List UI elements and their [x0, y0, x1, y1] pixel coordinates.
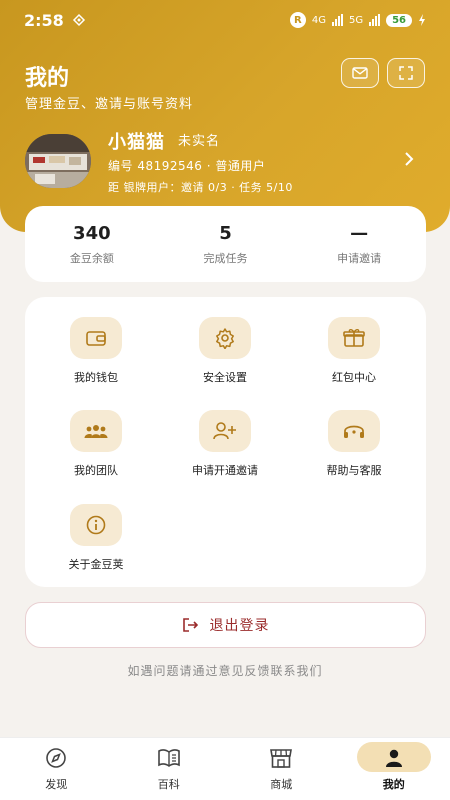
signal-icon [331, 14, 343, 26]
nav-item-mine[interactable]: 我的 [338, 738, 450, 800]
menu-item-help[interactable]: 帮助与客服 [290, 410, 418, 478]
bottom-nav: 发现 百科 商城 我的 [0, 737, 450, 800]
avatar[interactable] [25, 134, 91, 188]
fullscreen-button[interactable] [387, 58, 425, 88]
location-icon [72, 13, 85, 27]
add-user-icon [213, 422, 236, 440]
menu-item-security[interactable]: 安全设置 [161, 317, 289, 385]
logout-button[interactable]: 退出登录 [25, 602, 426, 648]
feedback-hint: 如遇问题请通过意见反馈联系我们 [127, 664, 323, 678]
mail-icon [352, 67, 368, 79]
status-time: 2:58 [24, 11, 86, 30]
expand-icon [399, 66, 413, 80]
team-icon [84, 425, 108, 438]
verify-status: 未实名 [178, 134, 221, 149]
menu-item-apply-invite[interactable]: 申请开通邀请 [161, 410, 289, 478]
info-icon [86, 515, 106, 535]
status-indicators: R 4G 5G 56 [289, 12, 426, 28]
level-progress: 距 银牌用户：邀请 0/3 · 任务 5/10 [108, 181, 293, 194]
logout-label: 退出登录 [209, 618, 270, 634]
menu-item-red-packet[interactable]: 红包中心 [290, 317, 418, 385]
user-name: 小猫猫 [108, 132, 165, 153]
stat-invite-application[interactable]: — 申请邀请 [292, 223, 426, 266]
r-badge: R [289, 12, 306, 28]
stat-completed-tasks[interactable]: 5 完成任务 [159, 223, 293, 266]
avatar-image [25, 134, 91, 188]
gift-icon [343, 329, 365, 347]
nav-item-encyclopedia[interactable]: 百科 [113, 738, 226, 800]
menu-item-about[interactable]: 关于金豆荚 [32, 504, 160, 572]
headset-icon [344, 425, 364, 438]
logout-icon [182, 618, 198, 632]
compass-icon [46, 748, 67, 768]
nav-item-mall[interactable]: 商城 [225, 738, 338, 800]
user-meta: 编号 48192546 · 普通用户 [108, 159, 266, 173]
menu-item-wallet[interactable]: 我的钱包 [32, 317, 160, 385]
mail-button[interactable] [341, 58, 379, 88]
store-icon [270, 749, 293, 768]
stat-bean-balance[interactable]: 340 金豆余额 [25, 223, 159, 266]
page-subtitle: 管理金豆、邀请与账号资料 [25, 97, 194, 112]
chevron-right-icon[interactable] [400, 150, 418, 168]
battery-icon: 56 [386, 13, 412, 27]
user-icon [385, 749, 402, 767]
menu-item-team[interactable]: 我的团队 [32, 410, 160, 478]
charging-icon [419, 14, 425, 26]
page-title: 我的 [25, 66, 70, 91]
menu-card: 我的钱包 安全设置 红包中心 我的团队 申请开通邀请 帮助与客服 关于金豆荚 [25, 297, 426, 587]
book-icon [157, 749, 180, 767]
nav-item-discover[interactable]: 发现 [0, 738, 113, 800]
gear-icon [216, 328, 234, 349]
stats-card: 340 金豆余额 5 完成任务 — 申请邀请 [25, 206, 426, 282]
status-bar: 2:58 R 4G 5G 56 [0, 0, 450, 40]
signal-icon [369, 14, 381, 26]
wallet-icon [86, 331, 106, 346]
